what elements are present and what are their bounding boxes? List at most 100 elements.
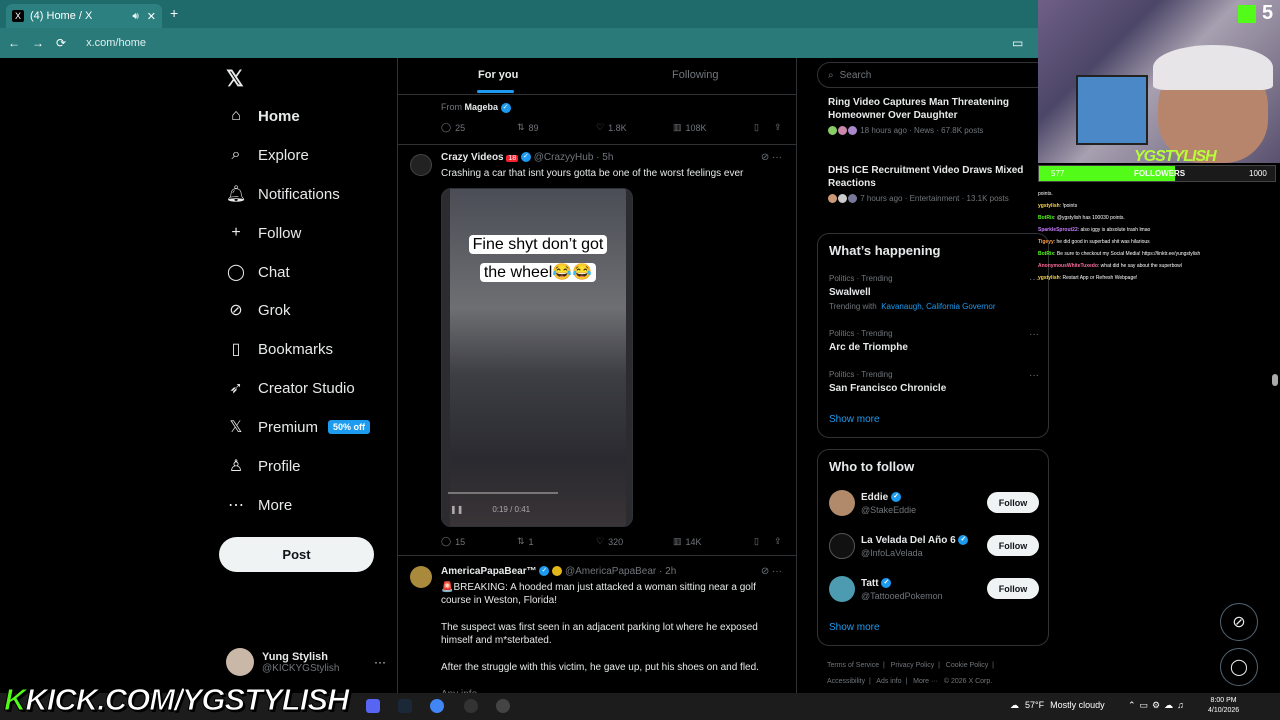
sidebar-item-follow[interactable]: + Follow <box>226 221 301 245</box>
trend-item[interactable]: Politics · Trending Swalwell Trending wi… <box>829 274 1039 311</box>
video-progress[interactable] <box>448 492 558 494</box>
chat-icon: ◯ <box>227 264 245 281</box>
reload-icon[interactable]: ⟳ <box>56 36 66 50</box>
system-tray[interactable]: ⌃▭⚙☁♫ <box>1128 700 1188 711</box>
post-button[interactable]: Post <box>219 537 374 572</box>
trend-name: Arc de Triomphe <box>829 342 908 353</box>
source-name[interactable]: Mageba <box>465 102 499 112</box>
footer-link[interactable]: Terms of Service <box>827 662 879 669</box>
chrome-icon[interactable] <box>430 699 444 713</box>
author-name[interactable]: AmericaPapaBear™ <box>441 566 537 577</box>
obs-icon[interactable] <box>464 699 478 713</box>
who-to-follow-panel: Who to follow Eddie ✓ @StakeEddie Follow … <box>817 449 1049 646</box>
back-icon[interactable]: ← <box>8 36 20 50</box>
footer-link[interactable]: Ads info <box>876 678 901 685</box>
grok-fab-icon[interactable]: ⊘ <box>1220 603 1258 641</box>
clock[interactable]: 8:00 PM 4/10/2026 <box>1208 696 1239 716</box>
news-item[interactable]: Ring Video Captures Man Threatening Home… <box>828 96 1038 135</box>
follow-button[interactable]: Follow <box>987 535 1039 556</box>
news-item[interactable]: DHS ICE Recruitment Video Draws Mixed Re… <box>828 164 1038 203</box>
chat-username[interactable]: SparkleSprout22 <box>1038 227 1078 233</box>
footer-link[interactable]: Accessibility <box>827 678 865 685</box>
reply-button[interactable]: ◯ 15 <box>441 536 465 547</box>
grok-more-icons[interactable]: ⊘ ··· <box>761 152 782 163</box>
follow-button[interactable]: Follow <box>987 492 1039 513</box>
avatar <box>848 126 857 135</box>
bookmark-icon[interactable]: ▯ <box>754 536 759 547</box>
show-more-link[interactable]: Show more <box>829 622 880 633</box>
cast-icon[interactable]: ▭ <box>1012 36 1023 50</box>
author-handle[interactable]: @CrazyyHub <box>534 152 594 163</box>
follow-suggestion[interactable]: Tatt ✓ @TattooedPokemon Follow <box>829 574 1039 604</box>
browser-tab[interactable]: X (4) Home / X 🔊︎ ✕ <box>6 4 162 28</box>
more-dots-icon[interactable]: ··· <box>1029 329 1039 340</box>
sidebar-item-bookmarks[interactable]: ▯ Bookmarks <box>226 337 333 361</box>
chat-username[interactable]: AnonymousWhiteTuxedo <box>1038 263 1098 269</box>
chat-username[interactable]: BotRix <box>1038 251 1054 257</box>
tab-for-you[interactable]: For you <box>478 69 518 81</box>
chat-fab-icon[interactable]: ◯ <box>1220 648 1258 686</box>
speaker-icon[interactable]: 🔊︎ <box>132 11 138 22</box>
new-tab-button[interactable]: + <box>170 5 178 21</box>
chat-username[interactable]: ygstylish <box>1038 275 1060 281</box>
video-controls[interactable]: ❚❚ 0:19 / 0:41 <box>450 505 626 514</box>
share-icon[interactable]: ⇪ <box>774 536 782 547</box>
chat-text: : Restart App or Refresh Webpage! <box>1059 275 1138 281</box>
news-title: Ring Video Captures Man Threatening Home… <box>828 97 1009 121</box>
search-input[interactable]: ⌕ Search <box>817 62 1049 88</box>
chat-username[interactable]: Tigeyy <box>1038 239 1054 245</box>
tweet-time[interactable]: · 2h <box>659 566 676 577</box>
verified-icon: ✓ <box>500 102 511 113</box>
author-name[interactable]: Crazy Videos <box>441 152 504 163</box>
scrollbar[interactable] <box>1272 374 1278 386</box>
steam-icon[interactable] <box>398 699 412 713</box>
more-dots-icon[interactable]: ··· <box>1029 370 1039 381</box>
reply-button[interactable]: ◯ 25 <box>441 122 465 133</box>
discord-icon[interactable] <box>366 699 380 713</box>
share-icon[interactable]: ⇪ <box>774 122 782 133</box>
retweet-button[interactable]: ⇅ 89 <box>517 122 539 133</box>
footer-link[interactable]: Privacy Policy <box>891 662 935 669</box>
follow-suggestion[interactable]: La Velada Del Año 6 ✓ @InfoLaVelada Follo… <box>829 531 1039 561</box>
grok-more-icons[interactable]: ⊘ ··· <box>761 566 782 577</box>
trend-item[interactable]: Politics · Trending Arc de Triomphe ··· <box>829 329 1039 353</box>
sidebar-item-more[interactable]: ⋯ More <box>226 493 292 517</box>
avatar[interactable] <box>410 566 432 588</box>
footer-link[interactable]: More ··· <box>913 678 938 685</box>
sidebar-item-explore[interactable]: ⌕ Explore <box>226 143 309 167</box>
views-button[interactable]: ▥ 14K <box>673 536 702 547</box>
show-more-link[interactable]: Show more <box>829 414 880 425</box>
tab-following[interactable]: Following <box>672 69 718 81</box>
follow-button[interactable]: Follow <box>987 578 1039 599</box>
footer-link[interactable]: Cookie Policy <box>946 662 988 669</box>
more-dots-icon[interactable]: ··· <box>374 655 386 669</box>
trend-item[interactable]: Politics · Trending San Francisco Chroni… <box>829 370 1039 394</box>
sidebar-item-grok[interactable]: ⊘ Grok <box>226 298 290 322</box>
chat-username[interactable]: BotRix <box>1038 215 1054 221</box>
like-button[interactable]: ♡ 320 <box>596 536 623 547</box>
sidebar-item-notifications[interactable]: 🔔︎ Notifications <box>226 182 340 206</box>
video-player[interactable]: Fine shyt don’t got the wheel😂😂 ❚❚ 0:19 … <box>441 188 633 527</box>
author-handle[interactable]: @AmericaPapaBear <box>565 566 656 577</box>
like-button[interactable]: ♡ 1.8K <box>596 122 627 133</box>
chat-username[interactable]: ygstylish <box>1038 203 1060 209</box>
follow-suggestion[interactable]: Eddie ✓ @StakeEddie Follow <box>829 488 1039 518</box>
x-logo-icon[interactable]: 𝕏 <box>226 66 244 92</box>
account-switcher[interactable]: Yung Stylish @KICKYGStylish ··· <box>226 648 386 676</box>
views-button[interactable]: ▥ 108K <box>673 122 707 133</box>
sidebar-item-premium[interactable]: 𝕏 Premium 50% off <box>226 415 371 439</box>
sidebar-item-chat[interactable]: ◯ Chat <box>226 260 290 284</box>
avatar[interactable] <box>410 154 432 176</box>
retweet-button[interactable]: ⇅ 1 <box>517 536 534 547</box>
sidebar-item-profile[interactable]: ♙ Profile <box>226 454 301 478</box>
4k-app-icon[interactable] <box>496 699 510 713</box>
bookmark-icon[interactable]: ▯ <box>754 122 759 133</box>
weather-widget[interactable]: ☁ 57°F Mostly cloudy <box>1010 700 1105 711</box>
sidebar-item-creator-studio[interactable]: ➶ Creator Studio <box>226 376 354 400</box>
tweet-time[interactable]: · 5h <box>596 152 613 163</box>
url-field[interactable]: x.com/home <box>86 37 146 49</box>
tab-close-icon[interactable]: ✕ <box>147 10 156 23</box>
trend-links[interactable]: Kavanaugh, California Governor <box>881 302 995 311</box>
sidebar-item-home[interactable]: ⌂ Home <box>226 104 300 128</box>
forward-icon[interactable]: → <box>32 36 44 50</box>
